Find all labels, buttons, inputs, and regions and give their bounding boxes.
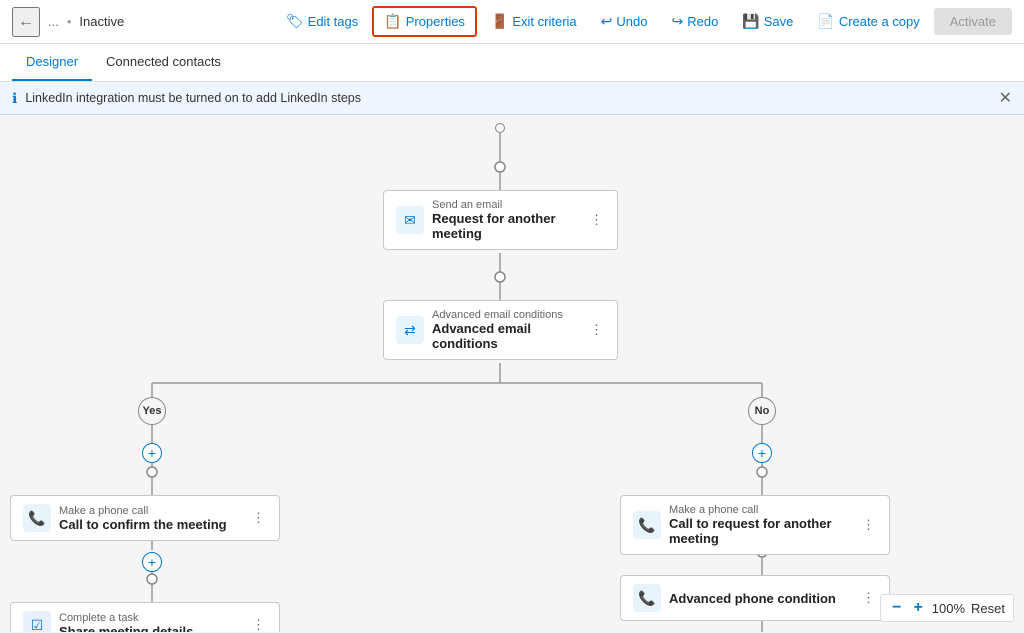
yes-branch-left: Yes xyxy=(138,397,166,425)
tab-connected-contacts[interactable]: Connected contacts xyxy=(92,44,235,81)
redo-icon: ↪ xyxy=(671,13,683,30)
email-icon: ✉ xyxy=(396,206,424,234)
advanced-email-label: Advanced email conditions xyxy=(432,309,580,321)
advanced-phone-node[interactable]: 📞 Advanced phone condition ⋮ xyxy=(620,575,890,621)
save-icon: 💾 xyxy=(742,13,759,30)
tab-designer[interactable]: Designer xyxy=(12,44,92,81)
call-request-label: Make a phone call xyxy=(669,504,852,516)
breadcrumb: ... xyxy=(48,14,59,29)
advanced-phone-menu[interactable]: ⋮ xyxy=(860,588,877,608)
back-button[interactable]: ← xyxy=(12,7,40,37)
zoom-reset-button[interactable]: Reset xyxy=(971,601,1005,616)
complete-task-menu[interactable]: ⋮ xyxy=(250,615,267,632)
complete-task-label: Complete a task xyxy=(59,612,242,624)
complete-task-node[interactable]: ☑ Complete a task Share meeting details … xyxy=(10,602,280,632)
advanced-phone-title: Advanced phone condition xyxy=(669,591,852,606)
header: ← ... • Inactive 🏷 Edit tags 📋 Propertie… xyxy=(0,0,1024,44)
exit-icon: 🚪 xyxy=(491,13,508,30)
tag-icon: 🏷 xyxy=(286,13,304,30)
properties-button[interactable]: 📋 Properties xyxy=(372,6,477,37)
info-close-button[interactable]: ✕ xyxy=(999,88,1012,108)
call-request-title: Call to request for another meeting xyxy=(669,516,852,546)
properties-icon: 📋 xyxy=(384,13,401,30)
phone-icon-left: 📞 xyxy=(23,504,51,532)
zoom-out-button[interactable]: − xyxy=(889,599,904,617)
flow-canvas[interactable]: ✉ Send an email Request for another meet… xyxy=(0,115,1024,632)
exit-criteria-button[interactable]: 🚪 Exit criteria xyxy=(481,8,587,35)
tabs-bar: Designer Connected contacts xyxy=(0,44,1024,82)
advanced-email-title: Advanced email conditions xyxy=(432,321,580,351)
add-button-left-2[interactable]: + xyxy=(142,552,162,572)
header-actions: 🏷 Edit tags 📋 Properties 🚪 Exit criteria… xyxy=(276,6,1012,37)
create-copy-button[interactable]: 📄 Create a copy xyxy=(807,8,929,35)
info-icon: ℹ xyxy=(12,90,17,107)
status-badge: Inactive xyxy=(79,14,124,29)
advanced-email-menu[interactable]: ⋮ xyxy=(588,320,605,340)
send-email-menu[interactable]: ⋮ xyxy=(588,210,605,230)
zoom-level: 100% xyxy=(932,601,965,616)
advanced-email-node[interactable]: ⇄ Advanced email conditions Advanced ema… xyxy=(383,300,618,360)
edit-tags-button[interactable]: 🏷 Edit tags xyxy=(276,8,368,35)
zoom-controls: − + 100% Reset xyxy=(880,594,1014,622)
phone-icon-right: 📞 xyxy=(633,511,661,539)
call-confirm-menu[interactable]: ⋮ xyxy=(250,508,267,528)
redo-button[interactable]: ↪ Redo xyxy=(661,8,728,35)
phone-condition-icon: 📞 xyxy=(633,584,661,612)
info-bar: ℹ LinkedIn integration must be turned on… xyxy=(0,82,1024,115)
send-email-node[interactable]: ✉ Send an email Request for another meet… xyxy=(383,190,618,250)
send-email-label: Send an email xyxy=(432,199,580,211)
send-email-title: Request for another meeting xyxy=(432,211,580,241)
header-dot: • xyxy=(67,14,72,29)
undo-icon: ↩ xyxy=(601,13,613,30)
filter-icon: ⇄ xyxy=(396,316,424,344)
info-message: LinkedIn integration must be turned on t… xyxy=(25,91,361,105)
add-button-right[interactable]: + xyxy=(752,443,772,463)
call-request-menu[interactable]: ⋮ xyxy=(860,515,877,535)
copy-icon: 📄 xyxy=(817,13,834,30)
call-confirm-title: Call to confirm the meeting xyxy=(59,517,242,532)
save-button[interactable]: 💾 Save xyxy=(732,8,803,35)
complete-task-title: Share meeting details xyxy=(59,624,242,633)
call-request-node[interactable]: 📞 Make a phone call Call to request for … xyxy=(620,495,890,555)
top-connector-dot xyxy=(495,123,505,133)
no-branch-right: No xyxy=(748,397,776,425)
call-confirm-label: Make a phone call xyxy=(59,505,242,517)
activate-button[interactable]: Activate xyxy=(934,8,1012,35)
add-button-left[interactable]: + xyxy=(142,443,162,463)
task-icon: ☑ xyxy=(23,611,51,632)
zoom-in-button[interactable]: + xyxy=(910,599,925,617)
undo-button[interactable]: ↩ Undo xyxy=(591,8,658,35)
call-confirm-node[interactable]: 📞 Make a phone call Call to confirm the … xyxy=(10,495,280,541)
